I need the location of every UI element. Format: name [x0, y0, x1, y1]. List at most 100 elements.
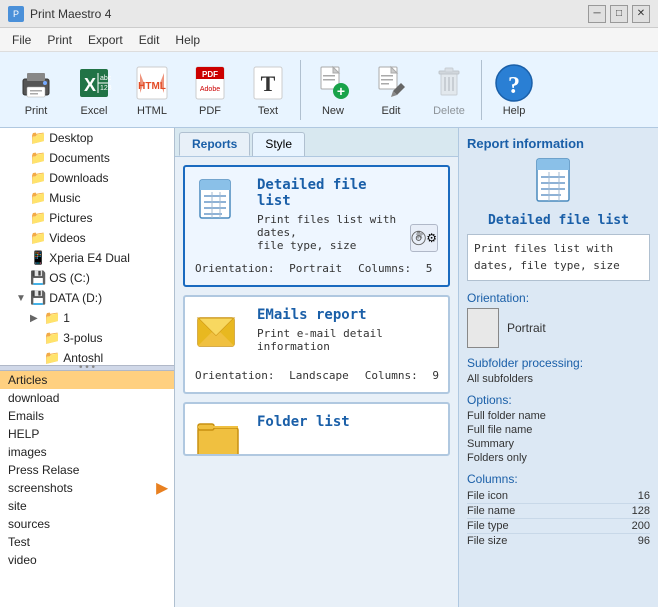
- folder-icon: 📁: [30, 210, 46, 226]
- option-4: Folders only: [467, 452, 650, 464]
- bottom-item-emails[interactable]: Emails: [0, 407, 174, 425]
- text-icon: T: [248, 63, 288, 103]
- bottom-item-label: Press Relase: [8, 463, 79, 477]
- report-1-orientation-label: Orientation:: [195, 262, 274, 275]
- folder-icon: 📁: [44, 310, 60, 326]
- toolbar-html-button[interactable]: HTML HTML: [124, 56, 180, 124]
- svg-text:abc: abc: [100, 75, 112, 82]
- bottom-item-label: screenshots: [8, 481, 73, 495]
- bottom-item-site[interactable]: site: [0, 497, 174, 515]
- close-button[interactable]: ✕: [632, 5, 650, 23]
- html-icon: HTML: [132, 63, 172, 103]
- options-section-title: Options:: [467, 393, 650, 407]
- report-1-orientation-value: Portrait: [289, 262, 342, 275]
- toolbar-new-button[interactable]: + New: [305, 56, 361, 124]
- folder-icon: 📁: [30, 230, 46, 246]
- report-1-desc: Print files list with dates,file type, s…: [257, 213, 400, 252]
- tree-item-3-polus[interactable]: 📁3-polus: [0, 328, 174, 348]
- tree-item-label: Documents: [49, 151, 110, 165]
- toolbar-print-button[interactable]: Print: [8, 56, 64, 124]
- menu-help[interactable]: Help: [167, 31, 208, 49]
- tree-item-label: Desktop: [49, 131, 93, 145]
- tree-item-os--c--[interactable]: 💾OS (C:): [0, 268, 174, 288]
- svg-text:X: X: [84, 75, 96, 95]
- report-card-file-list[interactable]: Detailed file list Print files list with…: [183, 165, 450, 287]
- bottom-item-video-answers[interactable]: Video Answers: [0, 569, 174, 571]
- main-area: 📁Desktop📁Documents📁Downloads📁Music📁Pictu…: [0, 128, 658, 607]
- maximize-button[interactable]: □: [610, 5, 628, 23]
- toolbar-delete-button[interactable]: Delete: [421, 56, 477, 124]
- report-2-orientation-label: Orientation:: [195, 369, 274, 382]
- tree-item-downloads[interactable]: 📁Downloads: [0, 168, 174, 188]
- tree-item-label: DATA (D:): [49, 291, 102, 305]
- folder-list-icon: [195, 414, 247, 456]
- new-icon: +: [313, 63, 353, 103]
- column-file-icon-value: 16: [638, 490, 650, 502]
- tree-item-1[interactable]: ▶📁1: [0, 308, 174, 328]
- bottom-item-articles[interactable]: Articles: [0, 371, 174, 389]
- tree-item-desktop[interactable]: 📁Desktop: [0, 128, 174, 148]
- report-card-folder-list[interactable]: Folder list: [183, 402, 450, 456]
- bottom-item-label: site: [8, 499, 27, 513]
- tree-item-label: 3-polus: [63, 331, 102, 345]
- bottom-item-test[interactable]: Test: [0, 533, 174, 551]
- svg-text:Adobe: Adobe: [200, 86, 220, 93]
- tree-item-videos[interactable]: 📁Videos: [0, 228, 174, 248]
- svg-text:123: 123: [100, 85, 112, 92]
- tab-style[interactable]: Style: [252, 132, 305, 156]
- bottom-item-sources[interactable]: sources: [0, 515, 174, 533]
- toolbar-html-label: HTML: [137, 105, 167, 117]
- report-1-columns-label: Columns:: [358, 262, 411, 275]
- folder-contents: ArticlesdownloadEmailsHELP images Press Re…: [0, 371, 174, 571]
- bottom-item-label: sources: [8, 517, 50, 531]
- center-tabs: Reports Style: [175, 128, 458, 157]
- menu-edit[interactable]: Edit: [131, 31, 168, 49]
- toolbar-help-button[interactable]: ? Help: [486, 56, 542, 124]
- tree-arrow: ▶: [30, 313, 44, 324]
- app-title: Print Maestro 4: [30, 7, 111, 21]
- tree-item-label: OS (C:): [49, 271, 90, 285]
- email-icon: [195, 307, 247, 359]
- toolbar-pdf-button[interactable]: PDF Adobe PDF: [182, 56, 238, 124]
- reports-panel: Reports Style: [175, 128, 458, 607]
- orientation-preview: [467, 308, 499, 348]
- bottom-item-images[interactable]: images: [0, 443, 174, 461]
- tree-item-label: Downloads: [49, 171, 108, 185]
- tree-item-label: Music: [49, 191, 80, 205]
- bottom-item-download[interactable]: download: [0, 389, 174, 407]
- tree-item-music[interactable]: 📁Music: [0, 188, 174, 208]
- toolbar-edit-button[interactable]: Edit: [363, 56, 419, 124]
- bottom-item-help[interactable]: HELP: [0, 425, 174, 443]
- right-panel-title: Report information: [467, 136, 650, 151]
- tree-item-data--d--[interactable]: ▼💾DATA (D:): [0, 288, 174, 308]
- tree-item-pictures[interactable]: 📁Pictures: [0, 208, 174, 228]
- report-card-emails[interactable]: EMails report Print e-mail detail inform…: [183, 295, 450, 394]
- toolbar-excel-button[interactable]: X abc 123 Excel: [66, 56, 122, 124]
- toolbar-help-label: Help: [503, 105, 526, 117]
- bottom-item-label: images: [8, 445, 47, 459]
- folder-icon: 📁: [30, 190, 46, 206]
- minimize-button[interactable]: ─: [588, 5, 606, 23]
- folder-icon: 📁: [30, 150, 46, 166]
- toolbar-text-button[interactable]: T Text: [240, 56, 296, 124]
- menu-print[interactable]: Print: [39, 31, 80, 49]
- nav-arrow-right: ►: [152, 477, 172, 500]
- menu-export[interactable]: Export: [80, 31, 131, 49]
- option-1: Full folder name: [467, 410, 650, 422]
- orientation-value: Portrait: [507, 321, 546, 335]
- report-1-settings-button[interactable]: ⚙: [410, 224, 438, 252]
- menu-file[interactable]: File: [4, 31, 39, 49]
- report-3-title: Folder list: [257, 414, 350, 430]
- drive-icon: 💾: [30, 270, 46, 286]
- tree-item-xperia-e4-dual[interactable]: 📱Xperia E4 Dual: [0, 248, 174, 268]
- bottom-item-screenshots[interactable]: screenshots: [0, 479, 174, 497]
- tab-reports[interactable]: Reports: [179, 132, 250, 156]
- bottom-item-press-relase[interactable]: Press Relase: [0, 461, 174, 479]
- svg-text:+: +: [337, 83, 345, 99]
- tree-item-documents[interactable]: 📁Documents: [0, 148, 174, 168]
- svg-text:?: ?: [508, 73, 520, 99]
- column-file-type-value: 200: [632, 520, 650, 532]
- bottom-item-label: video: [8, 553, 37, 567]
- columns-section-title: Columns:: [467, 472, 650, 486]
- bottom-item-video[interactable]: video: [0, 551, 174, 569]
